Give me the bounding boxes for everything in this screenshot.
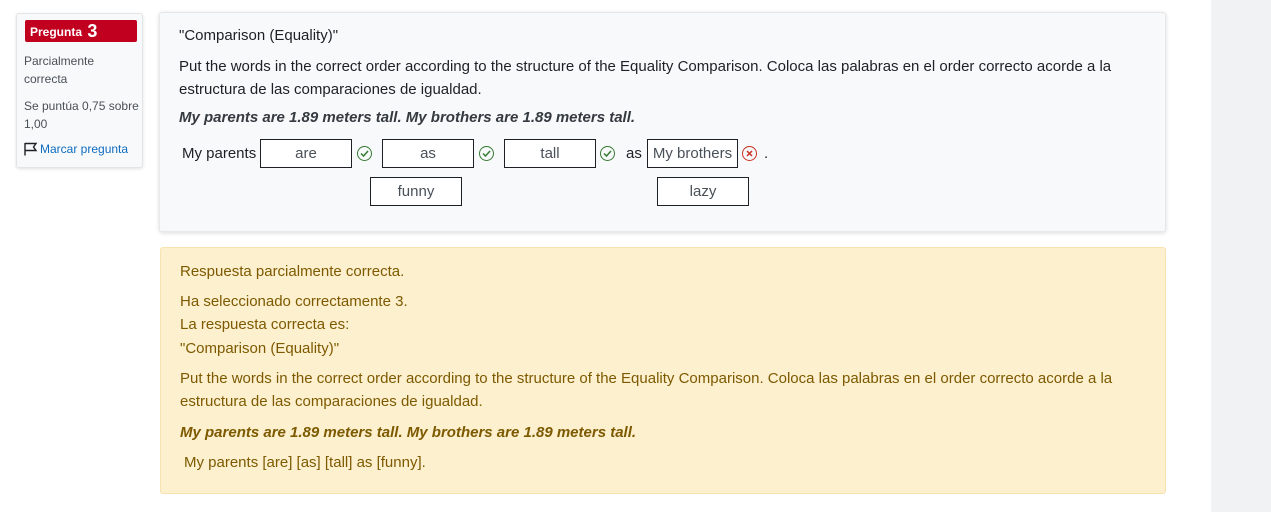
feedback-selected: Ha seleccionado correctamente 3. <box>180 293 408 310</box>
draggable-choice-funny[interactable]: funny <box>370 177 462 206</box>
feedback-correct-is: La respuesta correcta es: <box>180 316 350 333</box>
correct-icon <box>479 146 494 161</box>
feedback-answer: My parents [are] [as] [tall] as [funny]. <box>184 454 426 471</box>
right-panel <box>1211 0 1271 512</box>
correct-icon <box>357 146 372 161</box>
sentence-lead: My parents <box>182 145 257 162</box>
flag-question-link[interactable]: Marcar pregunta <box>23 142 128 156</box>
draggable-choice-lazy[interactable]: lazy <box>657 177 749 206</box>
drop-zone-3[interactable]: tall <box>504 139 596 168</box>
drop-zone-4[interactable]: My brothers <box>647 139 738 168</box>
incorrect-icon <box>742 146 757 161</box>
flag-icon <box>24 142 38 156</box>
feedback-text: Put the words in the correct order accor… <box>180 370 1113 410</box>
state-line-1: Parcialmente <box>24 54 95 68</box>
question-number-badge: Pregunta 3 <box>25 20 137 42</box>
feedback-box: Respuesta parcialmente correcta. Ha sele… <box>160 247 1166 494</box>
drop-zone-1[interactable]: are <box>260 139 352 168</box>
state-line-2: correcta <box>24 72 68 86</box>
question-title: "Comparison (Equality)" <box>179 27 339 44</box>
sentence-end: . <box>764 145 769 162</box>
question-state: Parcialmente correcta <box>24 52 136 88</box>
drop-zone-2[interactable]: as <box>382 139 474 168</box>
sentence-connector: as <box>626 145 642 162</box>
question-number: 3 <box>87 21 98 41</box>
question-card: "Comparison (Equality)" Put the words in… <box>159 12 1166 232</box>
feedback-title: "Comparison (Equality)" <box>180 340 340 357</box>
question-grade: Se puntúa 0,75 sobre 1,00 <box>24 97 142 133</box>
flag-label: Marcar pregunta <box>40 142 129 156</box>
grade-line-1: Se puntúa 0,75 sobre <box>24 99 139 113</box>
question-label: Pregunta <box>30 25 83 39</box>
question-text: Put the words in the correct order accor… <box>179 58 1112 98</box>
correct-icon <box>600 146 615 161</box>
question-info: Pregunta 3 Parcialmente correcta Se punt… <box>16 13 143 168</box>
question-example: My parents are 1.89 meters tall. My brot… <box>179 109 636 126</box>
feedback-partial: Respuesta parcialmente correcta. <box>180 263 405 280</box>
grade-line-2: 1,00 <box>24 117 48 131</box>
feedback-example: My parents are 1.89 meters tall. My brot… <box>180 424 637 441</box>
